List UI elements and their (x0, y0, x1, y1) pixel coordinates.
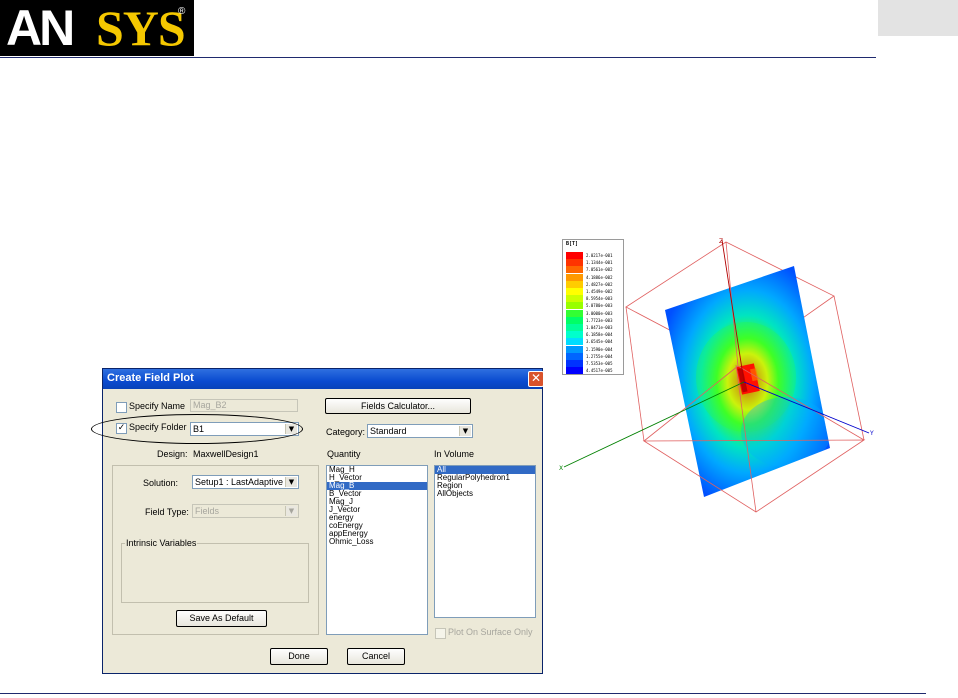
done-button[interactable]: Done (270, 648, 328, 665)
logo-an-text: AN (6, 0, 75, 56)
solution-label: Solution: (143, 478, 179, 488)
solution-select[interactable]: Setup1 : LastAdaptive ▼ (192, 475, 299, 489)
intrinsic-variables-label: Intrinsic Variables (125, 538, 198, 548)
chevron-down-icon: ▼ (285, 477, 297, 487)
save-as-default-button[interactable]: Save As Default (176, 610, 267, 627)
folder-highlight-ellipse (91, 414, 303, 444)
field-type-label: Field Type: (145, 507, 189, 517)
chevron-down-icon: ▼ (459, 426, 471, 436)
quantity-label: Quantity (327, 449, 361, 459)
intrinsic-variables-group (121, 543, 309, 603)
category-select[interactable]: Standard ▼ (367, 424, 473, 438)
ansys-logo: AN SYS ® (0, 0, 194, 56)
footer-divider (0, 693, 926, 694)
quantity-list[interactable]: Mag_H H_Vector Mag_B B_Vector Mag_J J_Vector e… (326, 465, 428, 635)
chevron-down-icon: ▼ (285, 506, 297, 516)
plot-on-surface-checkbox[interactable] (435, 628, 446, 639)
logo-sys-text: SYS (96, 0, 186, 56)
x-axis-label: X (559, 465, 563, 472)
close-button[interactable]: ✕ (528, 371, 544, 387)
header-divider (0, 57, 876, 58)
specify-name-checkbox[interactable] (116, 402, 127, 413)
corner-box (878, 0, 958, 36)
design-value: MaxwellDesign1 (193, 449, 259, 459)
category-label: Category: (326, 427, 366, 437)
dialog-title: Create Field Plot (107, 372, 194, 384)
fields-calculator-button[interactable]: Fields Calculator... (325, 398, 471, 414)
design-label: Design: (157, 449, 188, 459)
plot-on-surface-label: Plot On Surface Only (448, 627, 533, 637)
in-volume-label: In Volume (434, 449, 475, 459)
cancel-button[interactable]: Cancel (347, 648, 405, 665)
name-input[interactable]: Mag_B2 (190, 399, 298, 412)
z-axis-label: Z (719, 238, 723, 245)
field-plot-view: Z Y X (559, 238, 874, 513)
in-volume-list[interactable]: All RegularPolyhedron1 Region AllObjects (434, 465, 536, 618)
quantity-list-item[interactable]: Ohmic_Loss (327, 538, 427, 546)
dialog-titlebar[interactable]: Create Field Plot ✕ (103, 369, 544, 389)
y-axis-label: Y (869, 430, 874, 437)
close-icon: ✕ (530, 371, 542, 385)
solution-select-value: Setup1 : LastAdaptive (195, 477, 284, 487)
in-volume-list-item[interactable]: AllObjects (435, 490, 535, 498)
field-type-select[interactable]: Fields ▼ (192, 504, 299, 518)
logo-registered-mark: ® (178, 6, 186, 17)
specify-name-label: Specify Name (129, 401, 186, 411)
category-select-value: Standard (370, 426, 407, 436)
field-type-select-value: Fields (195, 506, 220, 516)
